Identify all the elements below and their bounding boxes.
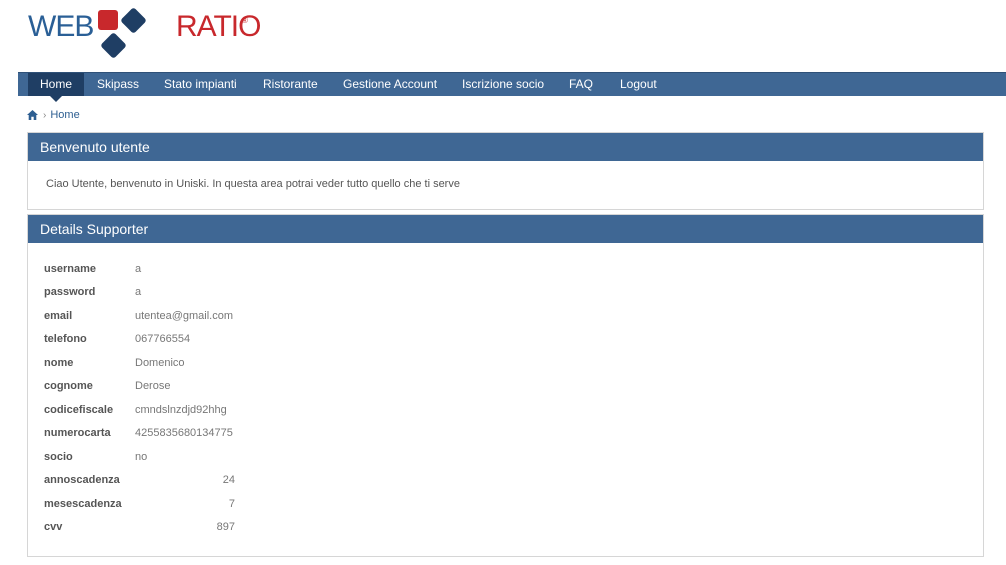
detail-row-mesescadenza: mesescadenza 7 xyxy=(38,492,241,516)
detail-row-password: password a xyxy=(38,281,241,305)
detail-row-numerocarta: numerocarta 4255835680134775 xyxy=(38,422,241,446)
detail-row-nome: nome Domenico xyxy=(38,351,241,375)
home-icon[interactable] xyxy=(27,110,38,120)
logo-registered-mark: ® xyxy=(242,16,248,25)
detail-label: email xyxy=(44,309,73,322)
detail-row-cognome: cognome Derose xyxy=(38,375,241,399)
nav-item-faq[interactable]: FAQ xyxy=(569,73,593,96)
detail-label: codicefiscale xyxy=(44,403,114,416)
detail-value: 7 xyxy=(228,497,235,510)
detail-value: utentea@gmail.com xyxy=(135,309,233,322)
details-table: username a password a email utentea@gmai… xyxy=(38,257,241,539)
detail-value: no xyxy=(135,450,148,463)
detail-label: nome xyxy=(44,356,74,369)
nav-item-home[interactable]: Home xyxy=(28,73,85,96)
detail-row-codicefiscale: codicefiscale cmndslnzdjd92hhg xyxy=(38,398,241,422)
detail-label: annoscadenza xyxy=(44,474,120,487)
detail-row-cvv: cvv 897 xyxy=(38,516,241,540)
detail-row-username: username a xyxy=(38,257,241,281)
detail-label: cvv xyxy=(44,521,63,534)
detail-value: 067766554 xyxy=(135,333,191,346)
details-panel: Details Supporter username a password a … xyxy=(27,214,984,557)
detail-value: a xyxy=(135,286,142,299)
active-nav-caret xyxy=(49,95,63,102)
breadcrumb: › Home xyxy=(27,108,80,122)
breadcrumb-separator: › xyxy=(43,109,47,121)
logo-text-web: WEB xyxy=(28,10,94,43)
detail-label: numerocarta xyxy=(44,427,111,440)
detail-row-socio: socio no xyxy=(38,445,241,469)
breadcrumb-current[interactable]: Home xyxy=(50,109,79,121)
logo-squares-icon xyxy=(98,8,146,58)
nav-item-gestione-account[interactable]: Gestione Account xyxy=(343,73,437,96)
nav-item-skipass[interactable]: Skipass xyxy=(97,73,139,96)
detail-value: Domenico xyxy=(135,356,185,369)
main-navbar: Home Skipass Stato impianti Ristorante G… xyxy=(18,72,1006,96)
detail-label: mesescadenza xyxy=(44,497,122,510)
detail-row-email: email utentea@gmail.com xyxy=(38,304,241,328)
detail-value: a xyxy=(135,262,142,275)
webratio-logo[interactable]: WEB RATIO ® xyxy=(28,6,268,64)
detail-value: Derose xyxy=(135,380,171,393)
welcome-panel: Benvenuto utente Ciao Utente, benvenuto … xyxy=(27,132,984,210)
detail-label: socio xyxy=(44,450,73,463)
welcome-message: Ciao Utente, benvenuto in Uniski. In que… xyxy=(46,178,460,190)
detail-row-annoscadenza: annoscadenza 24 xyxy=(38,469,241,493)
detail-value: 24 xyxy=(222,474,235,487)
detail-row-telefono: telefono 067766554 xyxy=(38,328,241,352)
detail-value: cmndslnzdjd92hhg xyxy=(135,403,227,416)
nav-item-ristorante[interactable]: Ristorante xyxy=(263,73,318,96)
detail-label: password xyxy=(44,286,96,299)
detail-value: 897 xyxy=(216,521,235,534)
detail-label: telefono xyxy=(44,333,87,346)
nav-item-iscrizione-socio[interactable]: Iscrizione socio xyxy=(462,73,544,96)
details-panel-title: Details Supporter xyxy=(28,215,983,243)
detail-label: cognome xyxy=(44,380,93,393)
detail-value: 4255835680134775 xyxy=(135,427,233,440)
nav-item-stato-impianti[interactable]: Stato impianti xyxy=(164,73,237,96)
nav-item-logout[interactable]: Logout xyxy=(620,73,657,96)
welcome-panel-title: Benvenuto utente xyxy=(28,133,983,161)
detail-label: username xyxy=(44,262,96,275)
